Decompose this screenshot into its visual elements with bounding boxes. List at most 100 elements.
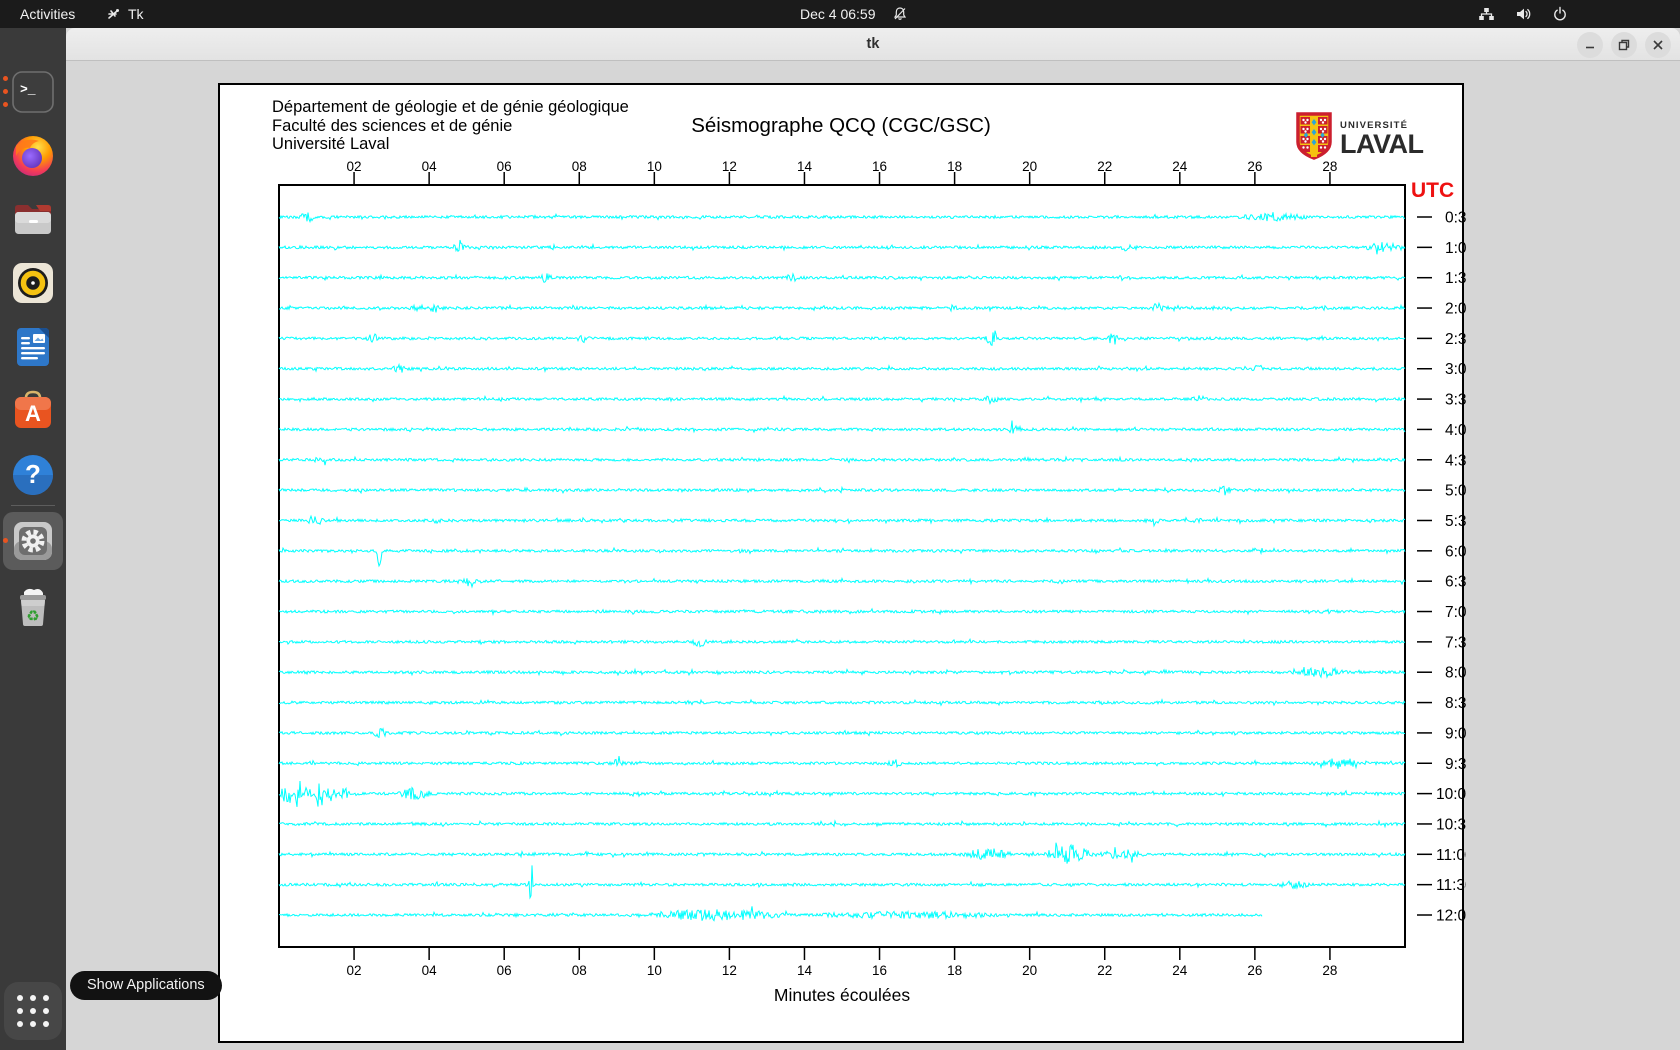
- time-tick-label: 10:30: [1436, 816, 1466, 833]
- focused-app-menu[interactable]: Tk: [106, 0, 144, 28]
- seismo-trace-3:30: [278, 394, 1406, 405]
- seismo-trace-3:00: [278, 362, 1406, 374]
- seismo-trace-7:00: [278, 607, 1406, 617]
- x-tick-label-top: 08: [572, 159, 587, 174]
- seismo-trace-8:00: [278, 666, 1406, 679]
- dock-item-firefox[interactable]: [10, 132, 56, 178]
- title-bar[interactable]: tk: [66, 28, 1680, 61]
- seismo-trace-9:00: [278, 727, 1405, 739]
- time-tick-label: 7:30: [1445, 634, 1466, 651]
- x-tick-label-bottom: 02: [347, 963, 362, 978]
- time-tick-label: 11:30: [1436, 877, 1466, 894]
- x-tick-label-bottom: 18: [947, 963, 962, 978]
- seismograph-panel: 02 02 04 04 06 06 08 08 10 10 12 12 14 14 16 16 18 18 20 20…: [218, 83, 1466, 1043]
- seismo-trace-11:30: [278, 865, 1406, 900]
- dock-item-rhythmbox[interactable]: [10, 260, 56, 306]
- x-tick-label-bottom: 16: [872, 963, 887, 978]
- time-tick-label: 6:00: [1445, 543, 1466, 560]
- dock-item-trash[interactable]: ♻: [10, 584, 56, 630]
- universite-laval-logo: UNIVERSITÉ LAVAL: [1296, 112, 1424, 165]
- settings-running-dot: [3, 538, 8, 543]
- dock-item-terminal[interactable]: >_: [10, 69, 56, 115]
- seismo-trace-0:30: [278, 211, 1405, 224]
- maximize-button[interactable]: [1611, 32, 1637, 58]
- volume-icon: [1515, 6, 1532, 22]
- svg-text:♻: ♻: [26, 607, 39, 625]
- dock: >_ A ? ♻: [0, 28, 66, 1050]
- seismo-trace-9:30: [278, 756, 1406, 770]
- tk-icon: [106, 7, 121, 22]
- x-tick-label-bottom: 22: [1097, 963, 1112, 978]
- seismo-trace-1:00: [278, 239, 1406, 255]
- minimize-button[interactable]: [1577, 32, 1603, 58]
- seismo-trace-5:30: [278, 514, 1406, 528]
- time-tick-label: 4:00: [1445, 422, 1466, 439]
- dock-item-files[interactable]: [10, 196, 56, 242]
- time-tick-label: 8:00: [1445, 665, 1466, 682]
- x-tick-label-bottom: 08: [572, 963, 587, 978]
- activities-button[interactable]: Activities: [14, 0, 81, 28]
- time-tick-label: 2:00: [1445, 301, 1466, 318]
- time-tick-label: 8:30: [1445, 695, 1466, 712]
- laval-shield-icon: [1296, 112, 1332, 165]
- clock-label: Dec 4 06:59: [800, 6, 876, 22]
- time-tick-label: 2:30: [1445, 331, 1466, 348]
- x-tick-label-bottom: 10: [647, 963, 662, 978]
- seismo-trace-4:00: [278, 420, 1406, 434]
- seismo-trace-10:30: [278, 819, 1406, 829]
- bell-muted-icon: [892, 6, 908, 22]
- x-tick-label-top: 16: [872, 159, 887, 174]
- x-tick-label-bottom: 14: [797, 963, 813, 978]
- system-status-menu[interactable]: [1478, 0, 1568, 28]
- seismo-trace-7:30: [278, 638, 1406, 648]
- power-icon: [1552, 6, 1568, 22]
- time-tick-label: 1:00: [1445, 240, 1466, 257]
- x-tick-label-bottom: 28: [1322, 963, 1337, 978]
- dock-item-help[interactable]: ?: [10, 452, 56, 498]
- seismogram-plot: 02 02 04 04 06 06 08 08 10 10 12 12 14 14 16 16 18 18 20 20…: [278, 159, 1466, 1005]
- x-tick-label-bottom: 06: [497, 963, 512, 978]
- top-bar: Activities Tk Dec 4 06:59: [0, 0, 1680, 28]
- show-applications-button[interactable]: [4, 982, 62, 1040]
- terminal-running-dot: [3, 102, 8, 107]
- dock-item-libreoffice-writer[interactable]: [10, 324, 56, 370]
- dock-item-ubuntu-software[interactable]: A: [10, 388, 56, 434]
- dock-item-settings[interactable]: [10, 518, 56, 564]
- clock-menu[interactable]: Dec 4 06:59: [800, 0, 908, 28]
- time-tick-label: 1:30: [1445, 270, 1466, 287]
- terminal-running-dot: [3, 89, 8, 94]
- svg-text:?: ?: [25, 459, 41, 489]
- x-tick-label-top: 14: [797, 159, 813, 174]
- time-tick-label: 10:00: [1436, 786, 1466, 803]
- plot-border: [278, 184, 1406, 948]
- x-axis-label: Minutes écoulées: [774, 985, 910, 1005]
- x-tick-label-bottom: 26: [1247, 963, 1262, 978]
- seismo-trace-2:30: [278, 330, 1406, 347]
- x-tick-label-top: 22: [1097, 159, 1112, 174]
- chart-title: Séismographe QCQ (CGC/GSC): [691, 114, 991, 137]
- x-tick-label-top: 12: [722, 159, 737, 174]
- seismo-trace-12:00: [279, 906, 1263, 922]
- tk-window: tk 02 02 04 04 06 06 08 08 10 10 12 12 14 14 16 16 18 18 2…: [66, 28, 1680, 1050]
- network-icon: [1478, 6, 1495, 22]
- time-tick-label: 12:00: [1436, 908, 1466, 925]
- dock-separator: [11, 505, 55, 506]
- seismo-trace-5:00: [278, 485, 1406, 496]
- close-button[interactable]: [1645, 32, 1671, 58]
- time-tick-label: 6:30: [1445, 574, 1466, 591]
- svg-text:>_: >_: [20, 82, 36, 97]
- seismo-trace-1:30: [278, 272, 1406, 283]
- x-tick-label-top: 20: [1022, 159, 1037, 174]
- time-tick-label: 3:30: [1445, 392, 1466, 409]
- x-tick-label-bottom: 12: [722, 963, 737, 978]
- seismo-trace-10:00: [278, 780, 1406, 807]
- time-tick-label: 7:00: [1445, 604, 1466, 621]
- time-tick-label: 5:30: [1445, 513, 1466, 530]
- time-tick-label: 0:30: [1445, 210, 1466, 227]
- focused-app-label: Tk: [128, 6, 144, 22]
- time-tick-label: 5:00: [1445, 483, 1466, 500]
- utc-label: UTC: [1411, 179, 1454, 202]
- time-tick-label: 9:00: [1445, 725, 1466, 742]
- x-tick-label-bottom: 24: [1172, 963, 1188, 978]
- x-tick-label-top: 24: [1172, 159, 1188, 174]
